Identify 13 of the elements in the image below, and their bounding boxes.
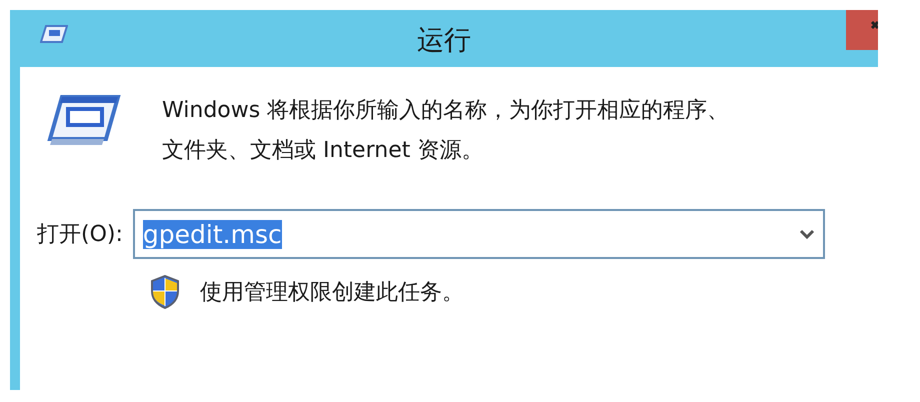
close-icon[interactable] — [870, 20, 878, 30]
open-field-value: gpedit.msc — [142, 220, 282, 248]
admin-note: 使用管理权限创建此任务。 — [200, 279, 464, 307]
open-combobox[interactable]: gpedit.msc — [132, 209, 825, 259]
window-icon — [40, 24, 68, 44]
description-text: Windows 将根据你所输入的名称，为你打开相应的程序、 — [162, 97, 730, 125]
open-label: 打开(O): — [37, 221, 123, 249]
window-title: 运行 — [417, 24, 471, 58]
dropdown-caret-icon[interactable] — [798, 228, 815, 240]
description-text: 文件夹、文档或 Internet 资源。 — [162, 137, 484, 165]
run-program-icon — [46, 95, 122, 147]
shield-icon — [150, 275, 180, 309]
close-button[interactable] — [846, 10, 878, 50]
